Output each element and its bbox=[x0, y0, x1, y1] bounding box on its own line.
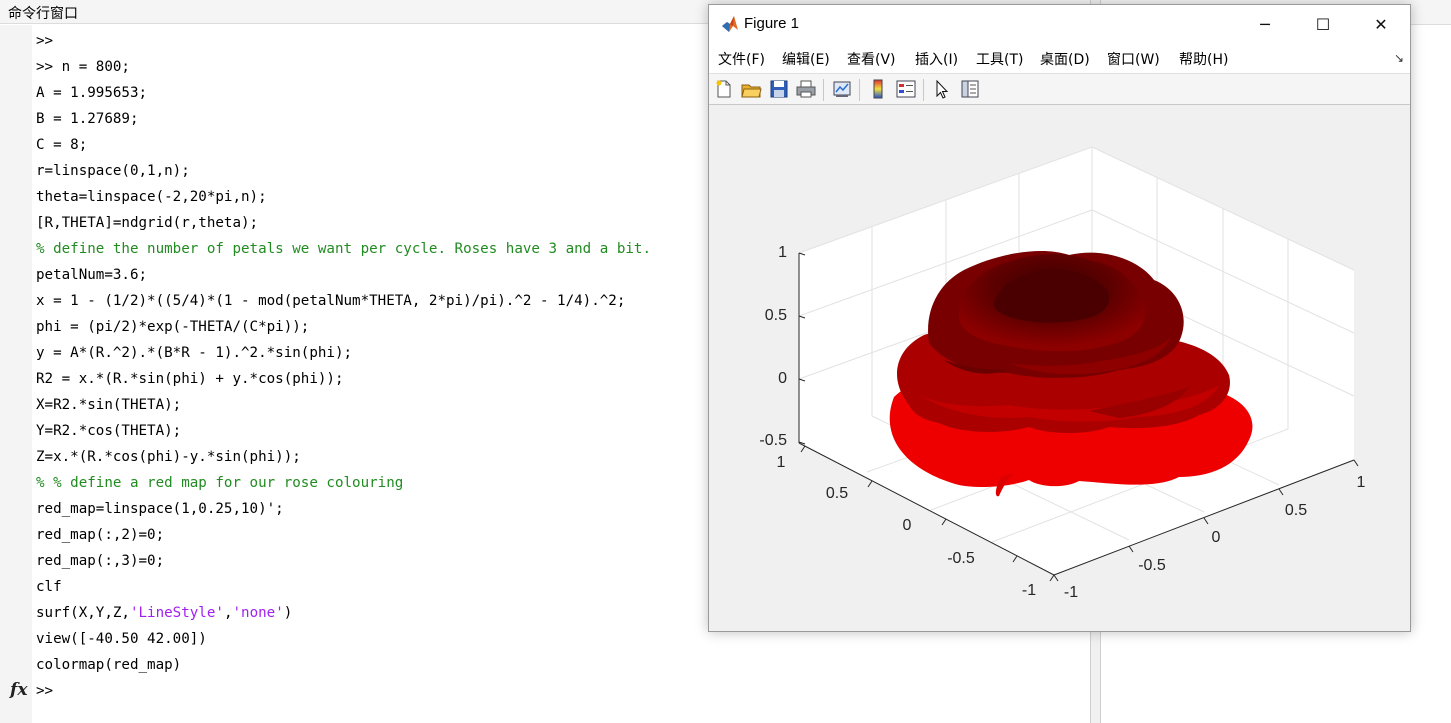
surface-plot-axes[interactable]: 1 0.5 0 -0.5 1 0.5 0 -0.5 -1 1 0.5 0 -0.… bbox=[709, 105, 1410, 631]
code-line: [R,THETA]=ndgrid(r,theta); bbox=[36, 215, 259, 231]
code-line: A = 1.995653; bbox=[36, 85, 148, 101]
maximize-button[interactable]: ☐ bbox=[1294, 5, 1352, 43]
comment-line: % % define a red map for our rose colour… bbox=[36, 475, 404, 491]
menu-file[interactable]: 文件(F) bbox=[718, 49, 765, 69]
y-tick-label: -1 bbox=[1064, 584, 1078, 601]
new-figure-icon[interactable] bbox=[713, 78, 735, 100]
close-button[interactable]: ✕ bbox=[1352, 5, 1410, 43]
y-tick-label: -0.5 bbox=[1138, 557, 1166, 574]
comment-line: % define the number of petals we want pe… bbox=[36, 241, 651, 257]
menu-view[interactable]: 查看(V) bbox=[847, 49, 896, 69]
x-tick-label: 0 bbox=[903, 517, 912, 534]
x-tick-label: -0.5 bbox=[947, 550, 975, 567]
figure-title: Figure 1 bbox=[744, 15, 800, 32]
code-line: view([-40.50 42.00]) bbox=[36, 631, 207, 647]
toolbar-separator bbox=[823, 79, 824, 101]
y-tick-label: 0 bbox=[1212, 529, 1221, 546]
code-line: B = 1.27689; bbox=[36, 111, 139, 127]
code-line: C = 8; bbox=[36, 137, 88, 153]
matlab-logo-icon bbox=[722, 16, 738, 32]
code-line: clf bbox=[36, 579, 62, 595]
menu-insert[interactable]: 插入(I) bbox=[915, 49, 958, 69]
menu-tools[interactable]: 工具(T) bbox=[976, 49, 1023, 69]
command-window-title: 命令行窗口 bbox=[8, 6, 78, 22]
code-line: theta=linspace(-2,20*pi,n); bbox=[36, 189, 267, 205]
code-line: >> n = 800; bbox=[36, 59, 130, 75]
code-line: r=linspace(0,1,n); bbox=[36, 163, 190, 179]
figure-menubar: 文件(F) 编辑(E) 查看(V) 插入(I) 工具(T) 桌面(D) 窗口(W… bbox=[709, 43, 1410, 73]
y-tick-label: 1 bbox=[1357, 474, 1366, 491]
minimize-button[interactable]: ─ bbox=[1236, 5, 1294, 43]
string-literal: 'LineStyle' bbox=[129, 605, 224, 621]
prompt-line: >> bbox=[36, 33, 54, 49]
fx-function-browser-icon[interactable]: fx bbox=[10, 680, 27, 700]
save-icon[interactable] bbox=[768, 78, 790, 100]
edit-plot-pointer-icon[interactable] bbox=[931, 78, 953, 100]
z-tick-label: -0.5 bbox=[759, 432, 787, 449]
code-line: surf(X,Y,Z,'LineStyle','none') bbox=[36, 600, 292, 626]
command-window-gutter bbox=[0, 25, 32, 723]
y-tick-label: 0.5 bbox=[1285, 502, 1307, 519]
code-line: red_map(:,3)=0; bbox=[36, 553, 165, 569]
colorbar-icon[interactable] bbox=[867, 78, 889, 100]
code-line: colormap(red_map) bbox=[36, 657, 182, 673]
dock-figure-icon[interactable]: ↘ bbox=[1394, 51, 1404, 65]
x-tick-label: -1 bbox=[1022, 582, 1036, 599]
figure-titlebar[interactable]: Figure 1 ─ ☐ ✕ bbox=[709, 5, 1410, 43]
code-line: red_map(:,2)=0; bbox=[36, 527, 165, 543]
z-tick-label: 1 bbox=[778, 244, 787, 261]
code-line: y = A*(R.^2).*(B*R - 1).^2.*sin(phi); bbox=[36, 345, 353, 361]
menu-window[interactable]: 窗口(W) bbox=[1107, 49, 1160, 69]
code-line: x = 1 - (1/2)*((5/4)*(1 - mod(petalNum*T… bbox=[36, 293, 626, 309]
code-token: ) bbox=[283, 605, 293, 621]
legend-icon[interactable] bbox=[895, 78, 917, 100]
link-plot-icon[interactable] bbox=[831, 78, 853, 100]
code-line: Y=R2.*cos(THETA); bbox=[36, 423, 182, 439]
figure-toolbar bbox=[709, 73, 1410, 105]
code-line: Z=x.*(R.*cos(phi)-y.*sin(phi)); bbox=[36, 449, 301, 465]
prompt-line: >> bbox=[36, 683, 54, 699]
code-line: red_map=linspace(1,0.25,10)'; bbox=[36, 501, 284, 517]
menu-desktop[interactable]: 桌面(D) bbox=[1040, 49, 1090, 69]
property-inspector-icon[interactable] bbox=[959, 78, 981, 100]
z-tick-label: 0 bbox=[778, 370, 787, 387]
code-token: surf(X,Y,Z, bbox=[36, 605, 130, 621]
print-icon[interactable] bbox=[795, 78, 817, 100]
menu-edit[interactable]: 编辑(E) bbox=[782, 49, 830, 69]
code-line: petalNum=3.6; bbox=[36, 267, 148, 283]
code-line: R2 = x.*(R.*sin(phi) + y.*cos(phi)); bbox=[36, 371, 344, 387]
figure-window[interactable]: Figure 1 ─ ☐ ✕ 文件(F) 编辑(E) 查看(V) 插入(I) 工… bbox=[708, 4, 1411, 632]
code-line: phi = (pi/2)*exp(-THETA/(C*pi)); bbox=[36, 319, 310, 335]
code-line: X=R2.*sin(THETA); bbox=[36, 397, 182, 413]
menu-help[interactable]: 帮助(H) bbox=[1179, 49, 1228, 69]
open-file-icon[interactable] bbox=[740, 78, 762, 100]
z-tick-label: 0.5 bbox=[765, 307, 787, 324]
string-literal: 'none' bbox=[232, 605, 284, 621]
z-tick-labels: 1 0.5 0 -0.5 bbox=[759, 244, 787, 449]
toolbar-separator bbox=[923, 79, 924, 101]
x-tick-label: 0.5 bbox=[826, 485, 848, 502]
x-tick-label: 1 bbox=[777, 454, 786, 471]
toolbar-separator bbox=[859, 79, 860, 101]
